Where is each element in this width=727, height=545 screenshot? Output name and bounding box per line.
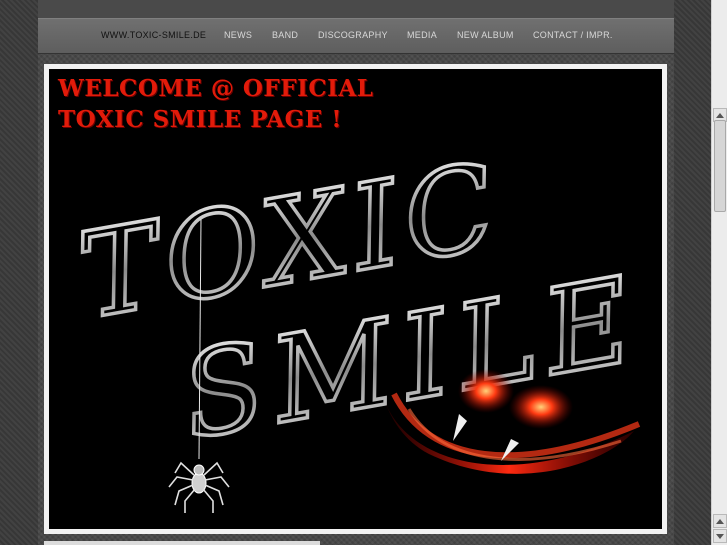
- band-logo-artwork: TOXIC SMILE: [68, 134, 654, 513]
- nav-contact-link[interactable]: CONTACT / IMPR.: [533, 30, 613, 40]
- arrow-down-icon[interactable]: [713, 529, 727, 543]
- main-navigation: WWW.TOXIC-SMILE.DE NEWS BAND DISCOGRAPHY…: [38, 18, 674, 54]
- nav-discography-link[interactable]: DISCOGRAPHY: [318, 30, 388, 40]
- next-section-edge: [44, 541, 320, 545]
- header-banner-image: TOXIC SMILE WELCOME @ OFFICIAL TOXIC SMI…: [49, 69, 662, 529]
- right-texture: [674, 0, 711, 545]
- nav-home-link[interactable]: WWW.TOXIC-SMILE.DE: [101, 30, 206, 40]
- spider-icon: [168, 461, 230, 513]
- nav-media-link[interactable]: MEDIA: [407, 30, 437, 40]
- nav-news-link[interactable]: NEWS: [224, 30, 252, 40]
- welcome-line-2: TOXIC SMILE PAGE !: [58, 106, 342, 133]
- vertical-scrollbar[interactable]: [711, 0, 727, 545]
- scrollbar-thumb[interactable]: [714, 120, 726, 212]
- left-texture: [0, 0, 38, 545]
- top-strip: [38, 0, 674, 18]
- welcome-line-1: WELCOME @ OFFICIAL: [58, 75, 374, 102]
- welcome-heading: WELCOME @ OFFICIAL TOXIC SMILE PAGE !: [58, 73, 373, 135]
- nav-band-link[interactable]: BAND: [272, 30, 298, 40]
- nav-new-album-link[interactable]: NEW ALBUM: [457, 30, 514, 40]
- arrow-up-icon[interactable]: [713, 514, 727, 528]
